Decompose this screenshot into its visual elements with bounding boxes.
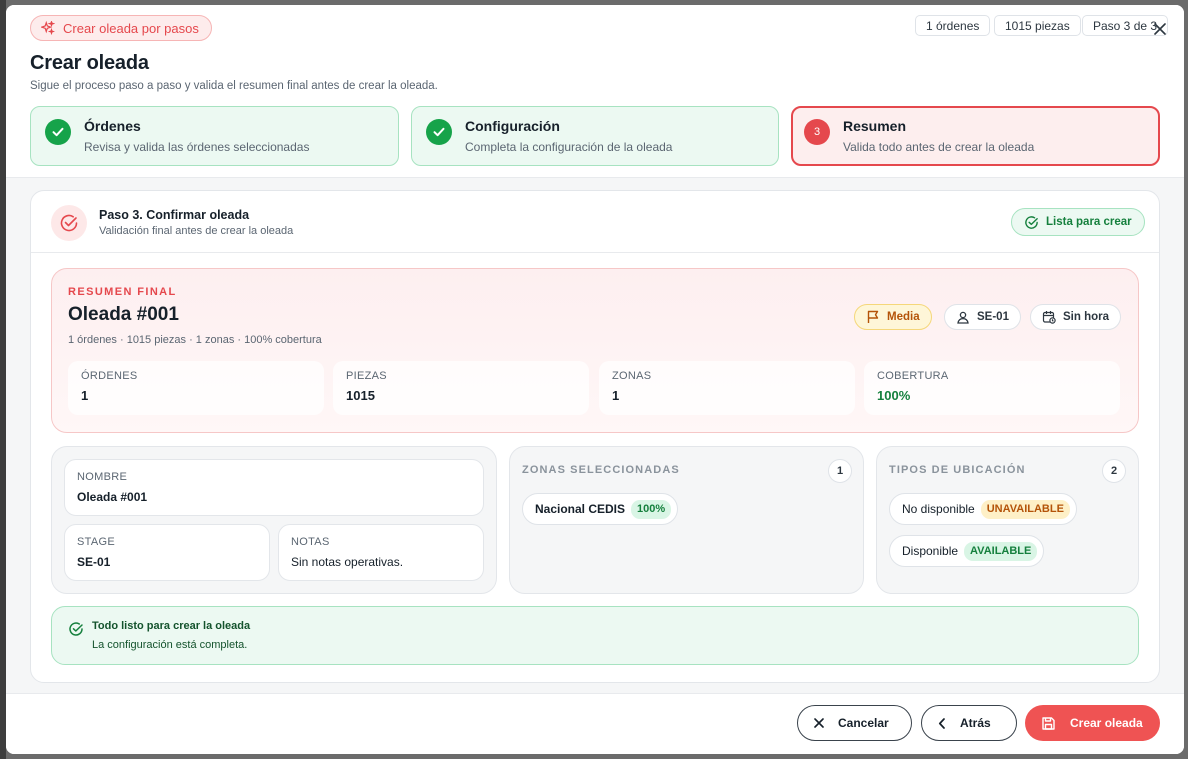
close-icon	[1154, 23, 1166, 35]
priority-tag: Media	[854, 304, 932, 330]
calendar-clock-icon	[1042, 311, 1056, 324]
check-icon	[52, 127, 64, 137]
zones-count: 1	[828, 459, 852, 483]
close-icon	[814, 718, 824, 728]
wizard-mode-badge: Crear oleada por pasos	[30, 15, 212, 41]
pieces-count-chip: 1015 piezas	[994, 15, 1081, 36]
metric-label: ZONAS	[612, 370, 652, 382]
field-value: SE-01	[77, 555, 111, 569]
ready-title: Todo listo para crear la oleada	[92, 620, 251, 632]
metric-zones: ZONAS 1	[599, 361, 855, 415]
name-field: NOMBRE Oleada #001	[64, 459, 484, 516]
zone-name: Nacional CEDIS	[535, 502, 626, 516]
back-button[interactable]: Atrás	[921, 705, 1017, 741]
step-description: Valida todo antes de crear la oleada	[843, 140, 1035, 154]
field-label: NOTAS	[291, 536, 330, 548]
location-type-name: Disponible	[902, 544, 959, 558]
location-types-panel: TIPOS DE UBICACIÓN 2 No disponible UNAVA…	[876, 446, 1139, 594]
cancel-label: Cancelar	[838, 716, 889, 730]
zone-coverage: 100%	[631, 499, 672, 519]
metric-label: COBERTURA	[877, 370, 949, 382]
ready-subtitle: La configuración está completa.	[92, 639, 248, 651]
zone-chip: Nacional CEDIS 100%	[522, 493, 679, 525]
metric-value: 1015	[346, 388, 375, 403]
step-number: 3	[804, 119, 830, 145]
cancel-button[interactable]: Cancelar	[797, 705, 912, 741]
check-icon	[433, 127, 445, 137]
location-type-chip: No disponible UNAVAILABLE	[889, 493, 1077, 525]
step-summary[interactable]: 3 Resumen Valida todo antes de crear la …	[791, 106, 1160, 166]
priority-label: Media	[887, 311, 920, 323]
check-circle-icon	[69, 622, 83, 636]
ready-status-badge: Lista para crear	[1011, 208, 1145, 236]
field-value: Sin notas operativas.	[291, 555, 404, 569]
confirm-title: Paso 3. Confirmar oleada	[99, 208, 250, 222]
create-wave-button[interactable]: Crear oleada	[1025, 705, 1160, 741]
panel-title: TIPOS DE UBICACIÓN	[889, 464, 1026, 476]
step-description: Completa la configuración de la oleada	[465, 140, 673, 154]
create-wave-modal: Crear oleada por pasos 1 órdenes 1015 pi…	[6, 5, 1184, 754]
confirm-icon-wrapper	[51, 205, 87, 241]
selected-zones-panel: ZONAS SELECCIONADAS 1 Nacional CEDIS 100…	[509, 446, 864, 594]
schedule-tag: Sin hora	[1030, 304, 1122, 330]
metric-value: 1	[612, 388, 620, 403]
metric-pieces: PIEZAS 1015	[333, 361, 589, 415]
stage-field: STAGE SE-01	[64, 524, 270, 581]
step-description: Revisa y valida las órdenes seleccionada…	[84, 140, 310, 154]
stage-label: SE-01	[977, 311, 1009, 323]
page-subtitle: Sigue el proceso paso a paso y valida el…	[30, 80, 438, 92]
location-type-code: UNAVAILABLE	[980, 499, 1070, 519]
metric-orders: ÓRDENES 1	[68, 361, 324, 415]
notes-field: NOTAS Sin notas operativas.	[278, 524, 484, 581]
panel-title: ZONAS SELECCIONADAS	[522, 464, 680, 476]
metric-value: 1	[81, 388, 89, 403]
metric-label: ÓRDENES	[81, 370, 138, 382]
step-title: Configuración	[465, 118, 560, 134]
create-wave-label: Crear oleada	[1070, 716, 1143, 730]
save-icon	[1042, 716, 1055, 730]
orders-count-chip: 1 órdenes	[915, 15, 991, 36]
modal-body: Paso 3. Confirmar oleada Validación fina…	[6, 177, 1184, 693]
check-circle-icon	[60, 214, 78, 232]
schedule-label: Sin hora	[1063, 311, 1110, 323]
stage-tag: SE-01	[944, 304, 1021, 330]
step-complete-indicator	[45, 119, 71, 145]
summary-kicker: RESUMEN FINAL	[68, 286, 177, 298]
check-circle-icon	[1025, 215, 1038, 229]
field-label: STAGE	[77, 536, 115, 548]
location-types-count: 2	[1102, 459, 1126, 483]
wave-name-heading: Oleada #001	[68, 304, 179, 325]
field-value: Oleada #001	[77, 490, 148, 504]
field-label: NOMBRE	[77, 471, 128, 483]
ready-status-label: Lista para crear	[1046, 216, 1132, 228]
metric-value: 100%	[877, 388, 911, 403]
step-configuration[interactable]: Configuración Completa la configuración …	[411, 106, 779, 166]
modal-footer: Cancelar Atrás Crear oleada	[6, 693, 1184, 754]
confirm-subtitle: Validación final antes de crear la olead…	[99, 225, 294, 237]
flag-icon	[867, 310, 879, 323]
location-type-name: No disponible	[902, 502, 975, 516]
sparkles-icon	[41, 21, 55, 35]
wave-details-panel: NOMBRE Oleada #001 STAGE SE-01 NOTAS Sin…	[51, 446, 497, 594]
confirm-card-header: Paso 3. Confirmar oleada Validación fina…	[31, 191, 1159, 253]
metric-coverage: COBERTURA 100%	[864, 361, 1120, 415]
user-icon	[957, 311, 969, 324]
step-title: Órdenes	[84, 118, 141, 134]
step-orders[interactable]: Órdenes Revisa y valida las órdenes sele…	[30, 106, 399, 166]
page-title: Crear oleada	[30, 52, 149, 74]
summary-meta: 1 órdenes · 1015 piezas · 1 zonas · 100%…	[68, 334, 322, 346]
metric-label: PIEZAS	[346, 370, 387, 382]
chevron-left-icon	[938, 717, 945, 729]
modal-header: Crear oleada por pasos 1 órdenes 1015 pi…	[6, 5, 1184, 177]
location-type-code: AVAILABLE	[964, 541, 1038, 561]
ready-confirmation-box: Todo listo para crear la oleada La confi…	[51, 606, 1139, 665]
confirm-wave-card: Paso 3. Confirmar oleada Validación fina…	[30, 190, 1160, 683]
final-summary-panel: RESUMEN FINAL Oleada #001 1 órdenes · 10…	[51, 268, 1139, 433]
back-label: Atrás	[960, 716, 991, 730]
step-complete-indicator	[426, 119, 452, 145]
step-title: Resumen	[843, 118, 907, 134]
wizard-mode-label: Crear oleada por pasos	[63, 20, 199, 36]
close-button[interactable]	[1152, 21, 1168, 37]
location-type-chip: Disponible AVAILABLE	[889, 535, 1045, 567]
